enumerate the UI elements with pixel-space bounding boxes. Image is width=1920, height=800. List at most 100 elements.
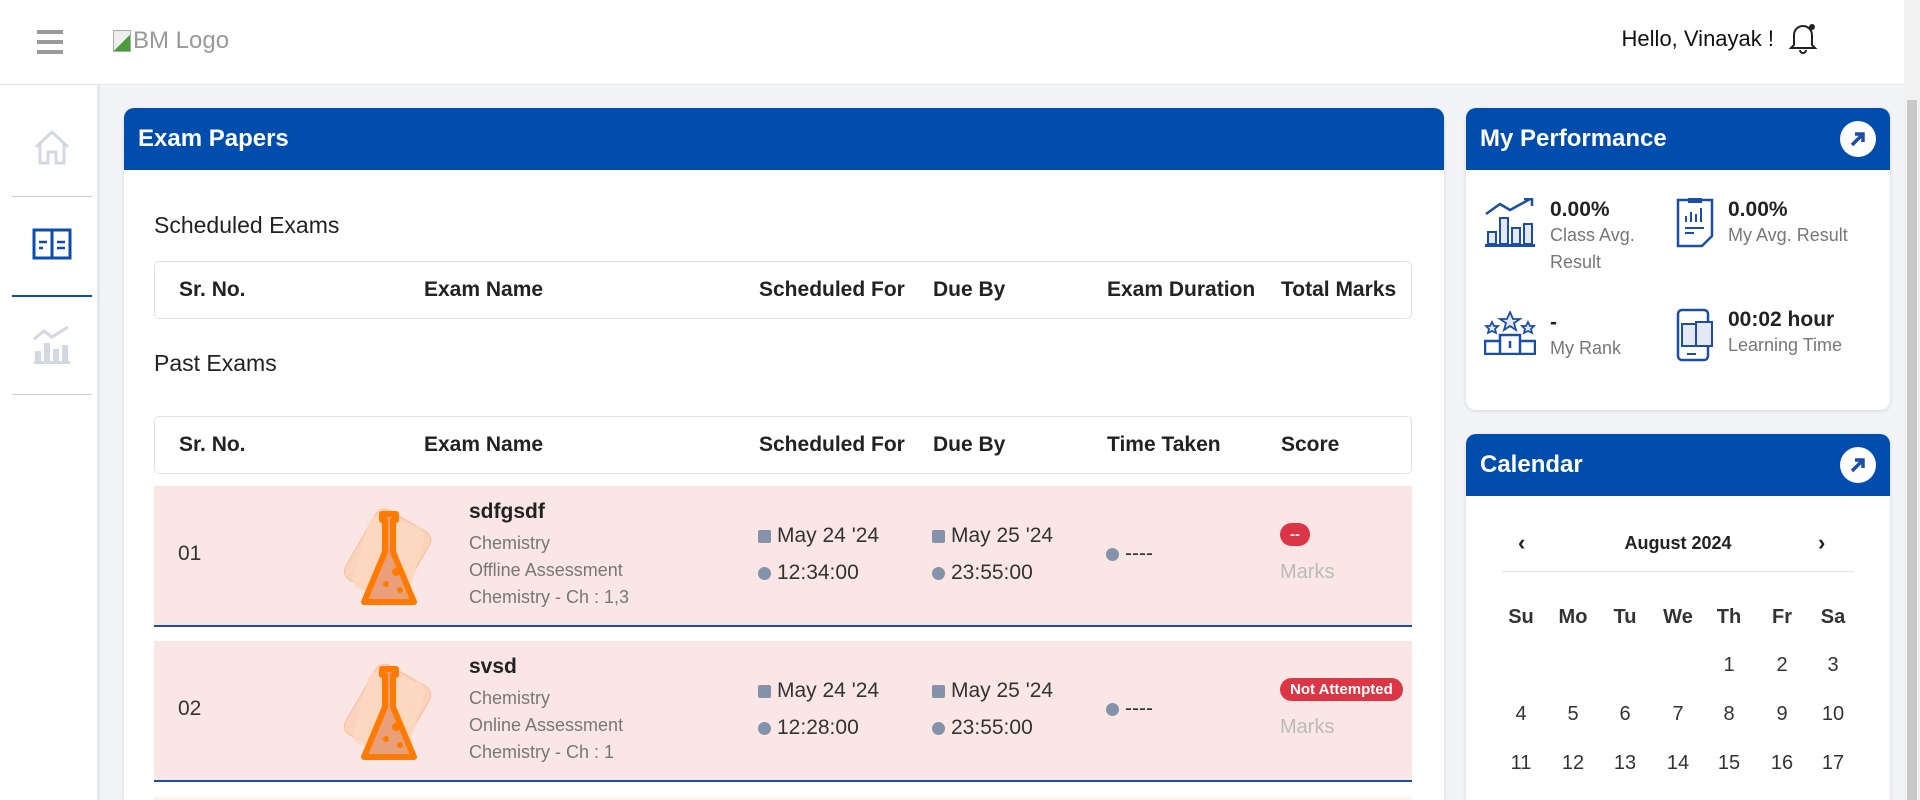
calendar-day[interactable]: 2 — [1762, 654, 1802, 677]
exam-papers-card: Exam Papers Scheduled Exams Sr. No. Exam… — [124, 108, 1444, 800]
calendar-day[interactable]: 3 — [1813, 654, 1853, 677]
calendar-day[interactable]: 6 — [1605, 703, 1645, 726]
broken-image-icon — [113, 30, 131, 52]
sidebar-item-exam-papers[interactable] — [12, 195, 92, 295]
mobile-learning-icon — [1676, 308, 1713, 362]
calendar-icon — [758, 684, 771, 698]
expand-button[interactable] — [1840, 121, 1876, 157]
stat-value: 0.00% — [1550, 198, 1610, 221]
growth-chart-icon — [1485, 198, 1535, 247]
exam-chapters: Chemistry - Ch : 1 — [469, 742, 615, 762]
calendar-day[interactable]: 7 — [1658, 703, 1698, 726]
calendar-day[interactable]: 15 — [1709, 752, 1749, 775]
card-title: Calendar — [1480, 451, 1583, 478]
time-text: 12:34:00 — [777, 561, 859, 584]
date-text: May 25 '24 — [951, 679, 1054, 702]
scheduled-table-header: Sr. No. Exam Name Scheduled For Due By E… — [154, 261, 1412, 319]
calendar-day[interactable]: 14 — [1658, 752, 1698, 775]
exam-name[interactable]: svsd — [469, 655, 517, 679]
exam-chapters: Chemistry - Ch : 1,3 — [469, 587, 630, 607]
weekday-label: Th — [1716, 606, 1742, 628]
calendar-day[interactable]: 9 — [1762, 703, 1802, 726]
calendar-day[interactable]: 4 — [1501, 703, 1541, 726]
calendar-icon — [932, 529, 945, 543]
sidebar — [0, 85, 100, 800]
logo[interactable]: BM Logo — [113, 27, 229, 55]
col-header: Score — [1281, 433, 1340, 456]
calendar-day[interactable]: 13 — [1605, 752, 1645, 775]
calendar-day[interactable]: 16 — [1762, 752, 1802, 775]
calendar-day[interactable]: 12 — [1553, 752, 1593, 775]
calendar-day[interactable]: 17 — [1813, 752, 1853, 775]
stat-label: Class Avg. Result — [1550, 225, 1635, 272]
calendar-day[interactable]: 10 — [1813, 703, 1853, 726]
stat-value: - — [1550, 311, 1557, 334]
calendar-day[interactable]: 11 — [1501, 752, 1541, 775]
calendar-day[interactable]: 8 — [1709, 703, 1749, 726]
scheduled-time: 12:28:00 — [758, 716, 859, 740]
date-text: May 25 '24 — [951, 524, 1054, 547]
arrow-up-right-icon — [1850, 132, 1865, 147]
book-icon — [32, 228, 72, 260]
table-row[interactable]: 02 svsd Chemistry Online Assessment Chem… — [154, 641, 1412, 782]
col-header: Due By — [933, 278, 1006, 301]
calendar-day[interactable]: 5 — [1553, 703, 1593, 726]
class-avg-stat: 0.00% Class Avg. Result — [1484, 198, 1650, 276]
podium-icon — [1484, 311, 1536, 355]
weekday-label: Fr — [1772, 606, 1792, 628]
col-header: Sr. No. — [179, 278, 246, 301]
clock-icon — [932, 721, 945, 735]
bell-icon[interactable] — [1788, 20, 1818, 54]
due-date: May 25 '24 — [932, 679, 1053, 703]
score-label: Marks — [1280, 561, 1335, 583]
expand-button[interactable] — [1840, 447, 1876, 483]
badge-text: Not Attempted — [1280, 678, 1403, 701]
time-taken: ---- — [1106, 542, 1153, 566]
calendar-card: Calendar ‹ August 2024 › Su Mo Tu We Th Fr Sa 1… — [1466, 434, 1890, 800]
table-row[interactable]: 01 sdfgsdf Chemistry Offline Assessment … — [154, 486, 1412, 627]
weekday-label: We — [1663, 606, 1693, 628]
calendar-month: August 2024 — [1624, 533, 1732, 553]
scrollbar[interactable] — [1904, 0, 1920, 800]
stat-value: 0.00% — [1728, 198, 1788, 221]
col-header: Due By — [933, 433, 1006, 456]
menu-icon[interactable] — [37, 30, 63, 54]
top-header: BM Logo Hello, Vinayak ! — [0, 0, 1920, 85]
sidebar-item-performance[interactable] — [12, 295, 92, 395]
past-exams-title: Past Exams — [154, 350, 277, 376]
time-text: 23:55:00 — [951, 716, 1033, 739]
flask-icon — [343, 663, 432, 760]
exam-subject: Chemistry — [469, 533, 551, 553]
scheduled-time: 12:34:00 — [758, 561, 859, 585]
weekday-label: Mo — [1558, 606, 1588, 628]
weekday-label: Tu — [1613, 606, 1637, 628]
exam-name[interactable]: sdfgsdf — [469, 500, 545, 524]
past-table-header: Sr. No. Exam Name Scheduled For Due By T… — [154, 416, 1412, 474]
col-header: Total Marks — [1281, 278, 1397, 301]
time-text: ---- — [1125, 542, 1153, 565]
sidebar-item-home[interactable] — [12, 97, 92, 197]
clock-icon — [1106, 702, 1119, 716]
report-clipboard-icon — [1676, 198, 1714, 248]
clock-icon — [758, 721, 771, 735]
next-month-button[interactable]: › — [1818, 530, 1825, 556]
stat-label: My Avg. Result — [1728, 225, 1848, 245]
due-time: 23:55:00 — [932, 716, 1033, 740]
greeting: Hello, Vinayak ! — [1621, 26, 1774, 51]
performance-card: My Performance 0.00% Class Avg. Result 0.… — [1466, 108, 1890, 410]
due-time: 23:55:00 — [932, 561, 1033, 585]
stat-label: My Rank — [1550, 338, 1622, 358]
my-rank-stat: - My Rank — [1484, 311, 1621, 362]
score-badge: Not Attempted — [1280, 678, 1403, 701]
weekday-label: Sa — [1820, 606, 1846, 628]
card-title: Exam Papers — [138, 125, 289, 152]
exam-subject: Chemistry — [469, 688, 551, 708]
col-header: Exam Duration — [1107, 278, 1256, 301]
calendar-day[interactable]: 1 — [1709, 654, 1749, 677]
time-text: 23:55:00 — [951, 561, 1033, 584]
badge-text: -- — [1280, 523, 1310, 546]
chart-icon — [33, 325, 70, 364]
logo-alt-text: BM Logo — [133, 27, 230, 54]
calendar-icon — [758, 529, 771, 543]
clock-icon — [932, 566, 945, 580]
